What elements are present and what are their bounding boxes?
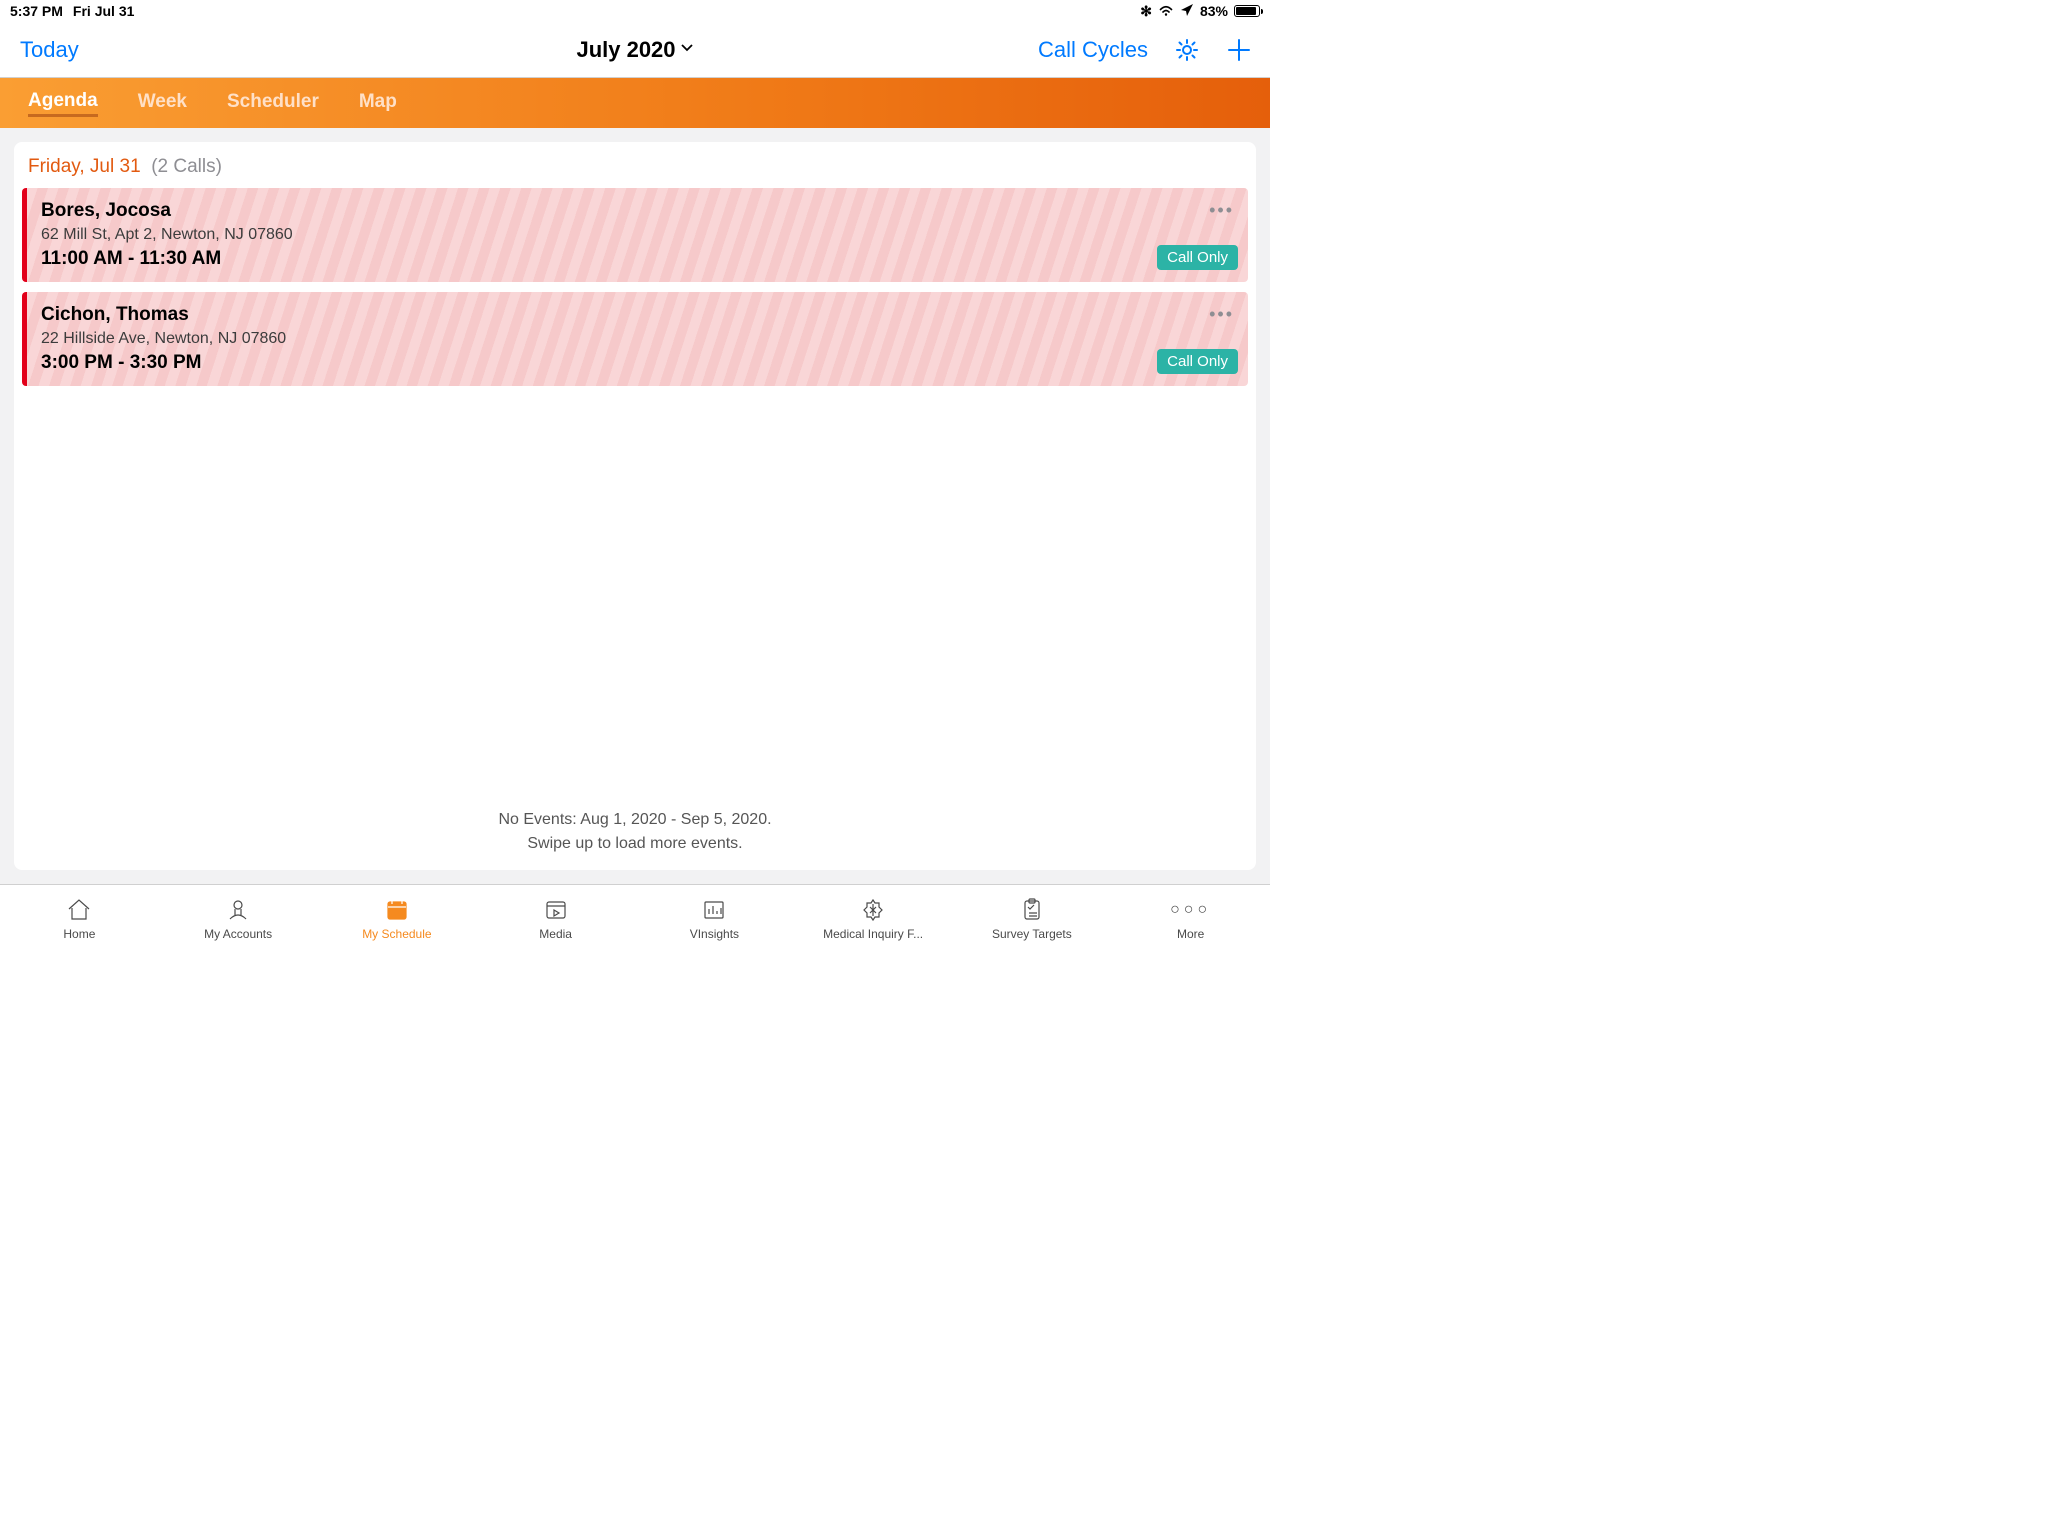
tab-my-accounts[interactable]: My Accounts xyxy=(159,885,318,952)
home-icon xyxy=(64,897,94,923)
loading-icon: ✻ xyxy=(1140,3,1152,20)
call-time: 11:00 AM - 11:30 AM xyxy=(41,248,1232,270)
no-events-line1: No Events: Aug 1, 2020 - Sep 5, 2020. xyxy=(14,808,1256,832)
add-button[interactable] xyxy=(1226,37,1252,63)
schedule-icon xyxy=(382,897,412,923)
tab-home[interactable]: Home xyxy=(0,885,159,952)
call-name: Cichon, Thomas xyxy=(41,304,1232,326)
call-badge: Call Only xyxy=(1157,245,1238,270)
day-label: Friday, Jul 31 xyxy=(28,156,141,177)
bottom-tabbar: Home My Accounts My Schedule Media VInsi… xyxy=(0,884,1270,952)
more-icon[interactable]: ••• xyxy=(1209,200,1234,221)
tab-agenda[interactable]: Agenda xyxy=(28,90,98,117)
tab-label: My Accounts xyxy=(204,927,272,941)
app-header: Today July 2020 Call Cycles xyxy=(0,22,1270,78)
tab-scheduler[interactable]: Scheduler xyxy=(227,91,319,115)
day-header: Friday, Jul 31 (2 Calls) xyxy=(22,152,1248,188)
call-name: Bores, Jocosa xyxy=(41,200,1232,222)
call-count: (2 Calls) xyxy=(151,156,222,177)
tab-week[interactable]: Week xyxy=(138,91,187,115)
tab-label: VInsights xyxy=(690,927,739,941)
call-time: 3:00 PM - 3:30 PM xyxy=(41,352,1232,374)
tab-label: Media xyxy=(539,927,572,941)
tab-label: Medical Inquiry F... xyxy=(823,927,923,941)
view-tabs: Agenda Week Scheduler Map xyxy=(0,78,1270,128)
agenda-panel[interactable]: Friday, Jul 31 (2 Calls) ••• Bores, Joco… xyxy=(14,142,1256,870)
tab-label: More xyxy=(1177,927,1204,941)
today-button[interactable]: Today xyxy=(20,37,79,62)
tab-survey-targets[interactable]: Survey Targets xyxy=(953,885,1112,952)
content-area: Friday, Jul 31 (2 Calls) ••• Bores, Joco… xyxy=(0,128,1270,884)
medical-icon xyxy=(858,897,888,923)
tab-label: Survey Targets xyxy=(992,927,1072,941)
chevron-down-icon xyxy=(680,40,694,59)
wifi-icon xyxy=(1158,3,1174,19)
accounts-icon xyxy=(223,897,253,923)
location-icon xyxy=(1180,3,1194,20)
call-address: 22 Hillside Ave, Newton, NJ 07860 xyxy=(41,330,1232,348)
call-cycles-button[interactable]: Call Cycles xyxy=(1038,37,1148,63)
media-icon xyxy=(541,897,571,923)
more-icon[interactable]: ••• xyxy=(1209,304,1234,325)
tab-medical-inquiry[interactable]: Medical Inquiry F... xyxy=(794,885,953,952)
month-title: July 2020 xyxy=(576,37,675,63)
call-address: 62 Mill St, Apt 2, Newton, NJ 07860 xyxy=(41,226,1232,244)
vinsights-icon xyxy=(699,897,729,923)
status-bar: 5:37 PM Fri Jul 31 ✻ 83% xyxy=(0,0,1270,22)
tab-label: Home xyxy=(63,927,95,941)
tab-more[interactable]: ○○○ More xyxy=(1111,885,1270,952)
call-card[interactable]: ••• Cichon, Thomas 22 Hillside Ave, Newt… xyxy=(22,292,1248,386)
call-card[interactable]: ••• Bores, Jocosa 62 Mill St, Apt 2, New… xyxy=(22,188,1248,282)
call-badge: Call Only xyxy=(1157,349,1238,374)
battery-percent: 83% xyxy=(1200,3,1228,19)
survey-icon xyxy=(1017,897,1047,923)
tab-label: My Schedule xyxy=(362,927,431,941)
no-events-line2: Swipe up to load more events. xyxy=(14,832,1256,856)
status-time: 5:37 PM xyxy=(10,3,63,19)
settings-button[interactable] xyxy=(1174,37,1200,63)
more-icon: ○○○ xyxy=(1176,897,1206,923)
status-date: Fri Jul 31 xyxy=(73,3,134,19)
tab-media[interactable]: Media xyxy=(476,885,635,952)
battery-icon xyxy=(1234,5,1260,17)
tab-map[interactable]: Map xyxy=(359,91,397,115)
month-picker[interactable]: July 2020 xyxy=(576,37,693,63)
tab-vinsights[interactable]: VInsights xyxy=(635,885,794,952)
no-events-message: No Events: Aug 1, 2020 - Sep 5, 2020. Sw… xyxy=(14,808,1256,856)
tab-my-schedule[interactable]: My Schedule xyxy=(318,885,477,952)
